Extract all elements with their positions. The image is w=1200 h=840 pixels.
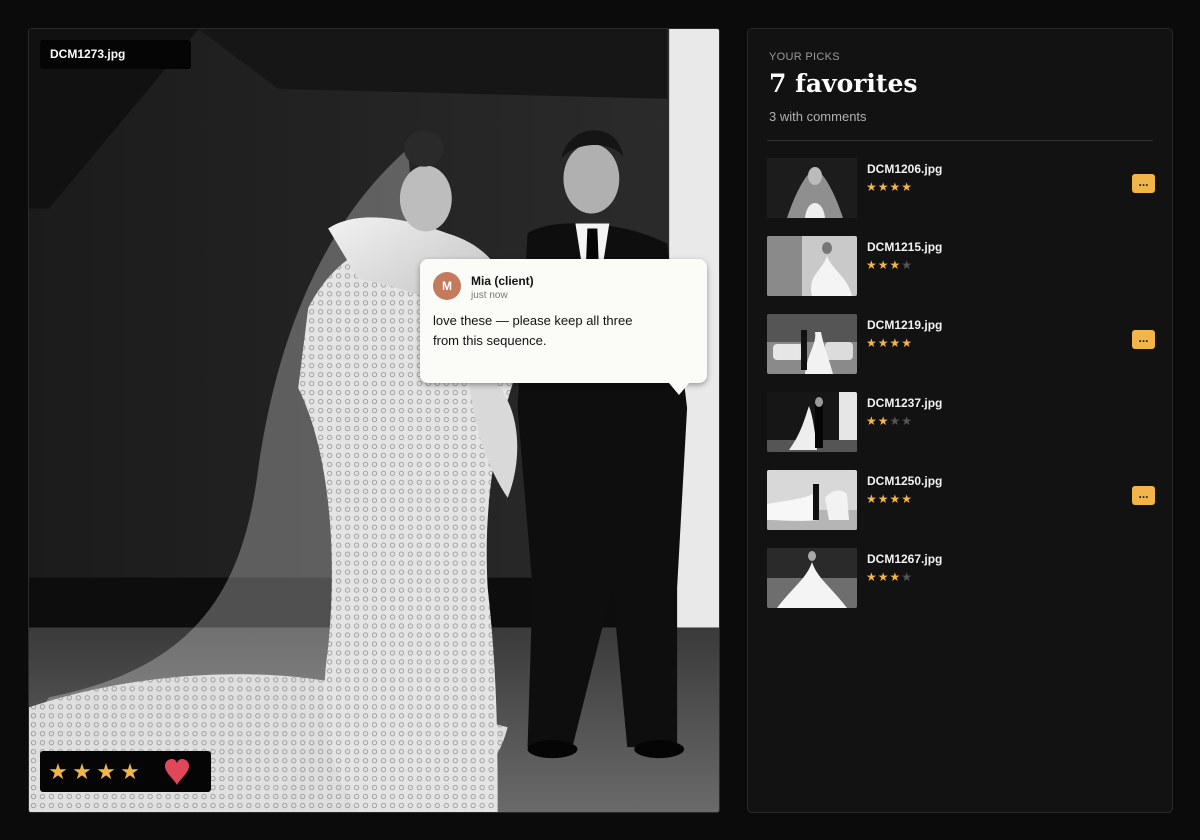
thumbnail[interactable] (767, 392, 857, 452)
star-icon[interactable]: ★ (46, 760, 70, 783)
star-icon[interactable]: ★ (118, 760, 142, 783)
pick-filename: DCM1267.jpg (867, 552, 943, 566)
main-photo[interactable] (29, 29, 719, 812)
list-item[interactable]: DCM1206.jpg ★★★★ ... (767, 158, 1157, 218)
thumbnail[interactable] (767, 470, 857, 530)
thumbnail[interactable] (767, 314, 857, 374)
list-item[interactable]: DCM1237.jpg ★★★★ (767, 392, 1157, 452)
comment-icon[interactable]: ... (1132, 330, 1155, 349)
pick-filename: DCM1219.jpg (867, 318, 943, 332)
list-item[interactable]: DCM1250.jpg ★★★★ ... (767, 470, 1157, 530)
list-item[interactable]: DCM1219.jpg ★★★★ ... (767, 314, 1157, 374)
picks-panel: YOUR PICKS 7 favorites 3 with comments D… (747, 28, 1173, 813)
pick-list: DCM1206.jpg ★★★★ ... DCM1215.jpg ★★★★ DC… (767, 158, 1157, 626)
pick-rating: ★★★★ (866, 570, 914, 584)
thumbnail[interactable] (767, 236, 857, 296)
thumbnail[interactable] (767, 548, 857, 608)
photo-viewer[interactable]: DCM1273.jpg M Mia (client) just now love… (28, 28, 720, 813)
picks-title: 7 favorites (769, 69, 918, 98)
comment-icon[interactable]: ... (1132, 174, 1155, 193)
pick-filename: DCM1250.jpg (867, 474, 943, 488)
comment-time: just now (471, 290, 508, 301)
picks-subtitle: 3 with comments (769, 109, 867, 124)
list-item[interactable]: DCM1267.jpg ★★★★ (767, 548, 1157, 608)
comment-bubble[interactable]: M Mia (client) just now love these — ple… (420, 259, 707, 395)
avatar: M (433, 272, 461, 300)
heart-icon[interactable] (164, 758, 190, 786)
comment-text: love these — please keep all three from … (433, 313, 633, 348)
thumbnail[interactable] (767, 158, 857, 218)
pick-rating: ★★★★ (866, 180, 914, 194)
pick-filename: DCM1206.jpg (867, 162, 943, 176)
rating-bar: ★ ★ ★ ★ (40, 751, 211, 792)
star-icon[interactable]: ★ (94, 760, 118, 783)
picks-eyebrow: YOUR PICKS (769, 51, 840, 63)
comment-author: Mia (client) (471, 274, 534, 288)
pick-rating: ★★★★ (866, 414, 914, 428)
list-item[interactable]: DCM1215.jpg ★★★★ (767, 236, 1157, 296)
comment-icon[interactable]: ... (1132, 486, 1155, 505)
photo-filename: DCM1273.jpg (40, 40, 191, 69)
pick-filename: DCM1215.jpg (867, 240, 943, 254)
pick-rating: ★★★★ (866, 258, 914, 272)
divider (767, 140, 1153, 141)
pick-rating: ★★★★ (866, 492, 914, 506)
pick-filename: DCM1237.jpg (867, 396, 943, 410)
star-icon[interactable]: ★ (70, 760, 94, 783)
pick-rating: ★★★★ (866, 336, 914, 350)
